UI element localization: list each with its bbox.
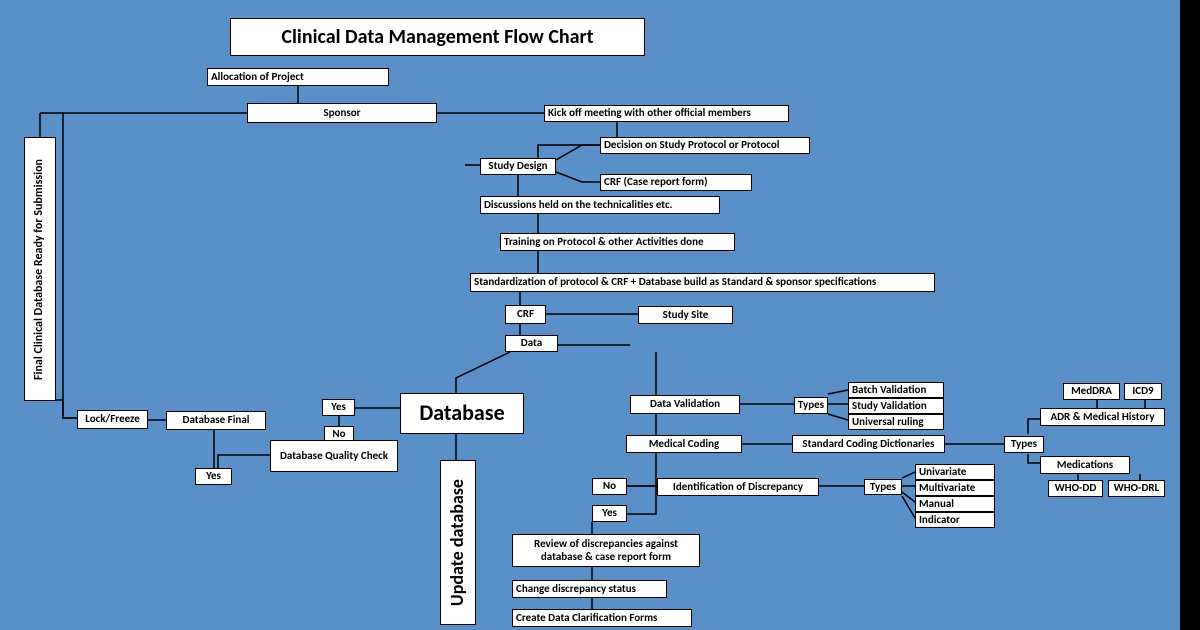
- diagram-title: Clinical Data Management Flow Chart: [230, 18, 645, 56]
- flowchart-canvas: Clinical Data Management Flow Chart Allo…: [0, 0, 1180, 630]
- label-update-database: Update database: [448, 479, 468, 606]
- label-final-clinical: Final Clinical Database Ready for Submis…: [33, 159, 46, 380]
- box-data-validation: Data Validation: [630, 395, 740, 414]
- box-review-discrepancies: Review of discrepancies against database…: [512, 534, 700, 567]
- box-decision: Decision on Study Protocol or Protocol: [600, 137, 810, 154]
- box-yes2: Yes: [195, 468, 232, 485]
- box-medications: Medications: [1040, 456, 1130, 474]
- box-crf: CRF: [505, 305, 546, 324]
- box-lock-freeze: Lock/Freeze: [77, 410, 148, 429]
- box-types3: Types: [864, 479, 902, 495]
- box-types1: Types: [794, 397, 828, 414]
- box-batch-validation: Batch Validation: [848, 382, 944, 398]
- box-indicator: Indicator: [915, 512, 995, 528]
- box-standardization: Standardization of protocol & CRF + Data…: [470, 273, 935, 292]
- box-standard-coding: Standard Coding Dictionaries: [792, 435, 945, 453]
- box-medical-coding: Medical Coding: [626, 435, 742, 453]
- box-study-design: Study Design: [480, 158, 556, 175]
- box-sponsor: Sponsor: [247, 103, 437, 123]
- box-update-database: Update database: [440, 460, 476, 625]
- box-who-dd: WHO-DD: [1048, 480, 1103, 497]
- box-identification-discrepancy: Identification of Discrepancy: [657, 478, 819, 496]
- box-multivariate: Multivariate: [915, 480, 995, 496]
- box-meddra: MedDRA: [1063, 383, 1120, 400]
- box-training: Training on Protocol & other Activities …: [500, 233, 735, 251]
- box-database: Database: [400, 393, 524, 434]
- box-types2: Types: [1004, 436, 1044, 453]
- box-universal-ruling: Universal ruling: [848, 414, 944, 430]
- box-discussions: Discussions held on the technicalities e…: [480, 196, 720, 214]
- box-database-final: Database Final: [166, 411, 266, 430]
- box-crf-form: CRF (Case report form): [600, 174, 752, 191]
- box-create-dcf: Create Data Clarification Forms: [512, 609, 692, 627]
- box-kickoff: Kick off meeting with other official mem…: [544, 105, 789, 122]
- box-icd9: ICD9: [1124, 383, 1162, 400]
- box-change-discrepancy: Change discrepancy status: [512, 580, 667, 598]
- box-data: Data: [505, 335, 558, 352]
- box-final-clinical: Final Clinical Database Ready for Submis…: [24, 137, 56, 401]
- box-db-quality-check: Database Quality Check: [270, 440, 398, 472]
- box-study-validation: Study Validation: [848, 398, 944, 414]
- box-study-site: Study Site: [638, 306, 733, 324]
- box-allocation: Allocation of Project: [207, 68, 389, 86]
- box-yes: Yes: [592, 505, 627, 522]
- box-who-drl: WHO-DRL: [1108, 480, 1165, 497]
- right-border: [1180, 0, 1200, 630]
- box-no: No: [592, 478, 627, 495]
- box-univariate: Univariate: [915, 464, 995, 480]
- box-adr-history: ADR & Medical History: [1040, 408, 1165, 426]
- box-yes3: Yes: [322, 399, 355, 416]
- box-manual: Manual: [915, 496, 995, 512]
